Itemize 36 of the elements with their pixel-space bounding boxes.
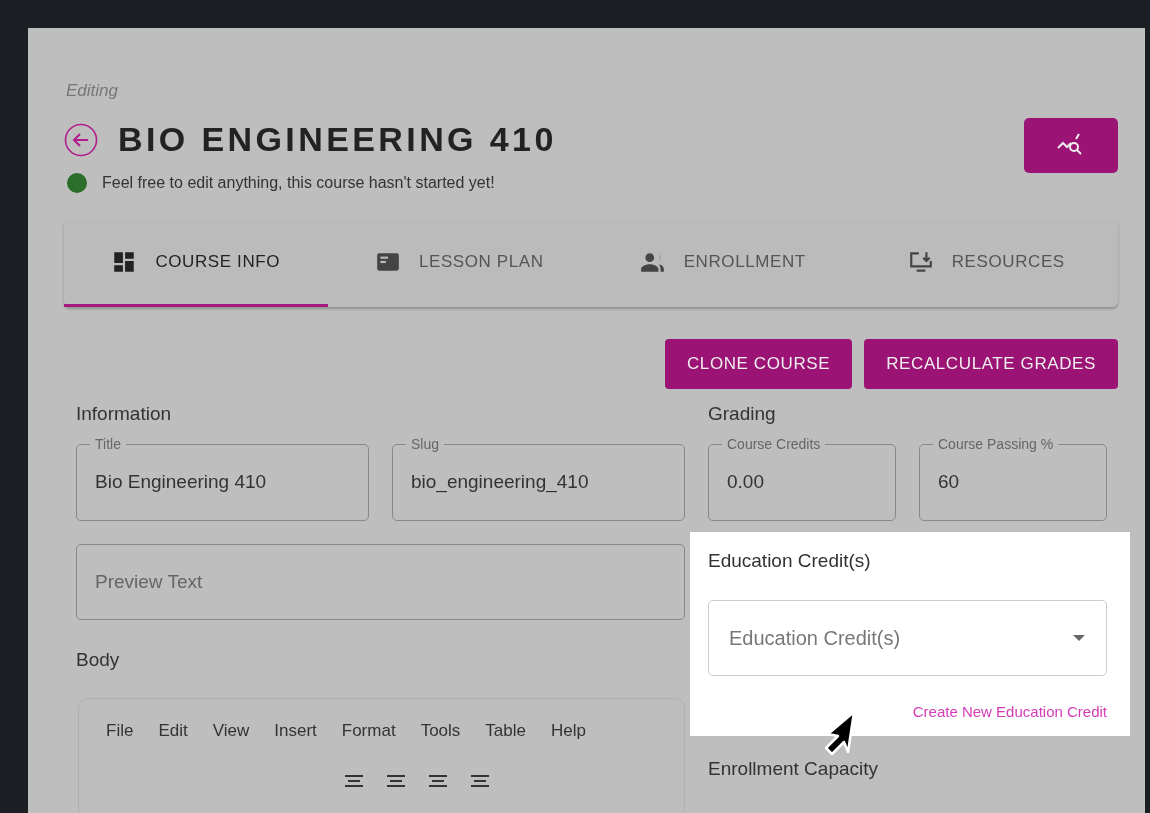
analytics-button[interactable]	[1024, 118, 1118, 173]
menu-item[interactable]: Tools	[420, 721, 461, 741]
menu-item[interactable]: Format	[341, 721, 396, 741]
menu-item[interactable]: View	[212, 721, 250, 741]
field-label: Body	[76, 649, 121, 671]
menu-item[interactable]: Insert	[274, 721, 317, 741]
status-dot	[67, 173, 87, 193]
menu-item[interactable]: Table	[485, 721, 526, 741]
status-message: Feel free to edit anything, this course hasn't started yet!	[102, 174, 495, 192]
mode-label: Editing	[66, 81, 118, 101]
align-icon[interactable]	[385, 775, 407, 789]
section-heading: Grading	[708, 403, 777, 425]
menu-item[interactable]: File	[106, 721, 134, 741]
field-label: Education Credit(s)	[708, 550, 872, 572]
menu-item[interactable]: Edit	[158, 721, 188, 741]
field-label: Enrollment Capacity	[708, 758, 880, 780]
page-title: BIO ENGINEERING 410	[118, 120, 557, 159]
menu-item[interactable]: Help	[550, 721, 586, 741]
align-icon[interactable]	[343, 775, 365, 789]
caret-icon	[1072, 634, 1086, 642]
input-field[interactable]: Slug bio_engineering_410	[392, 435, 685, 521]
align-icon[interactable]	[427, 775, 449, 789]
action-button[interactable]: RECALCULATE GRADES	[864, 339, 1118, 389]
tab[interactable]: LESSON PLAN	[327, 219, 591, 307]
create-link[interactable]: Create New Education Credit	[708, 703, 1107, 720]
tab[interactable]: COURSE INFO	[64, 219, 328, 307]
input-field[interactable]: Course Passing % 60	[919, 435, 1107, 521]
section-heading: Information	[76, 403, 173, 425]
align-icon[interactable]	[469, 775, 491, 789]
back-icon[interactable]	[64, 122, 98, 157]
action-button[interactable]: CLONE COURSE	[664, 339, 853, 389]
tab[interactable]: ENROLLMENT	[591, 219, 855, 307]
input-field[interactable]: Title Bio Engineering 410	[76, 435, 369, 521]
input-field[interactable]: Course Credits 0.00	[708, 435, 896, 521]
tab[interactable]: RESOURCES	[854, 219, 1118, 307]
dropdown-field[interactable]: Education Credit(s)	[708, 600, 1107, 676]
